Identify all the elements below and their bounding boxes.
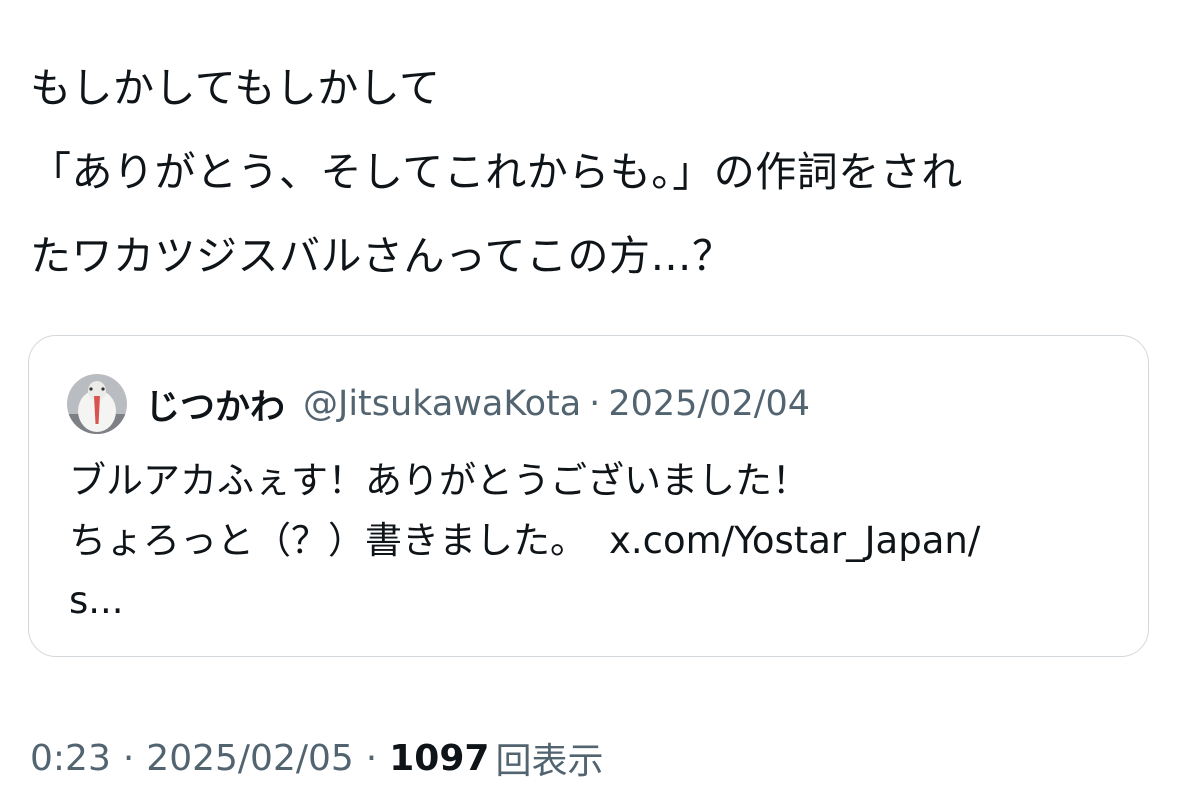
quoted-text-line: ちょろっと（？）書きました。 x.com/Yostar_Japan/ — [69, 511, 1119, 571]
tweet-text-line: もしかしてもしかして — [30, 64, 441, 112]
view-count: 1097 — [389, 737, 490, 779]
quoted-link-continuation[interactable]: s... — [69, 571, 1119, 631]
quoted-text-fragment: ちょろっと（？）書きました。 — [69, 519, 587, 562]
quoted-display-name[interactable]: じつかわ — [145, 379, 285, 430]
quoted-tweet-card[interactable]: じつかわ @JitsukawaKota · 2025/02/04 ブルアカふぇす… — [28, 335, 1149, 657]
quoted-tweet-text: ブルアカふぇす！ありがとうございました！ ちょろっと（？）書きました。 x.com… — [69, 451, 1119, 631]
quoted-handle[interactable]: @JitsukawaKota — [303, 384, 581, 424]
views-label: 回表示 — [495, 741, 604, 782]
avatar-image-icon — [67, 374, 127, 434]
tweet-date[interactable]: 2025/02/05 — [146, 738, 354, 779]
tweet-time[interactable]: 0:23 — [30, 738, 111, 779]
tweet-text: もしかしてもしかして 「ありがとう、そしてこれからも。」の作詞をされ たワカツジ… — [30, 46, 1150, 298]
quoted-text-line: ブルアカふぇす！ありがとうございました！ — [69, 459, 809, 502]
avatar[interactable] — [67, 374, 127, 434]
tweet-text-line: 「ありがとう、そしてこれからも。」の作詞をされ — [30, 148, 963, 196]
tweet-text-line: たワカツジスバルさんってこの方…？ — [30, 232, 734, 280]
tweet-metadata: 0:23 · 2025/02/05 · 1097 回表示 — [30, 728, 603, 788]
separator-dot: · — [365, 737, 378, 779]
quoted-link[interactable]: x.com/Yostar_Japan/ — [609, 519, 980, 562]
quoted-tweet-header: じつかわ @JitsukawaKota · 2025/02/04 — [67, 374, 810, 434]
quoted-date[interactable]: 2025/02/04 — [608, 384, 810, 424]
separator-dot: · — [589, 384, 601, 424]
separator-dot: · — [122, 737, 135, 779]
